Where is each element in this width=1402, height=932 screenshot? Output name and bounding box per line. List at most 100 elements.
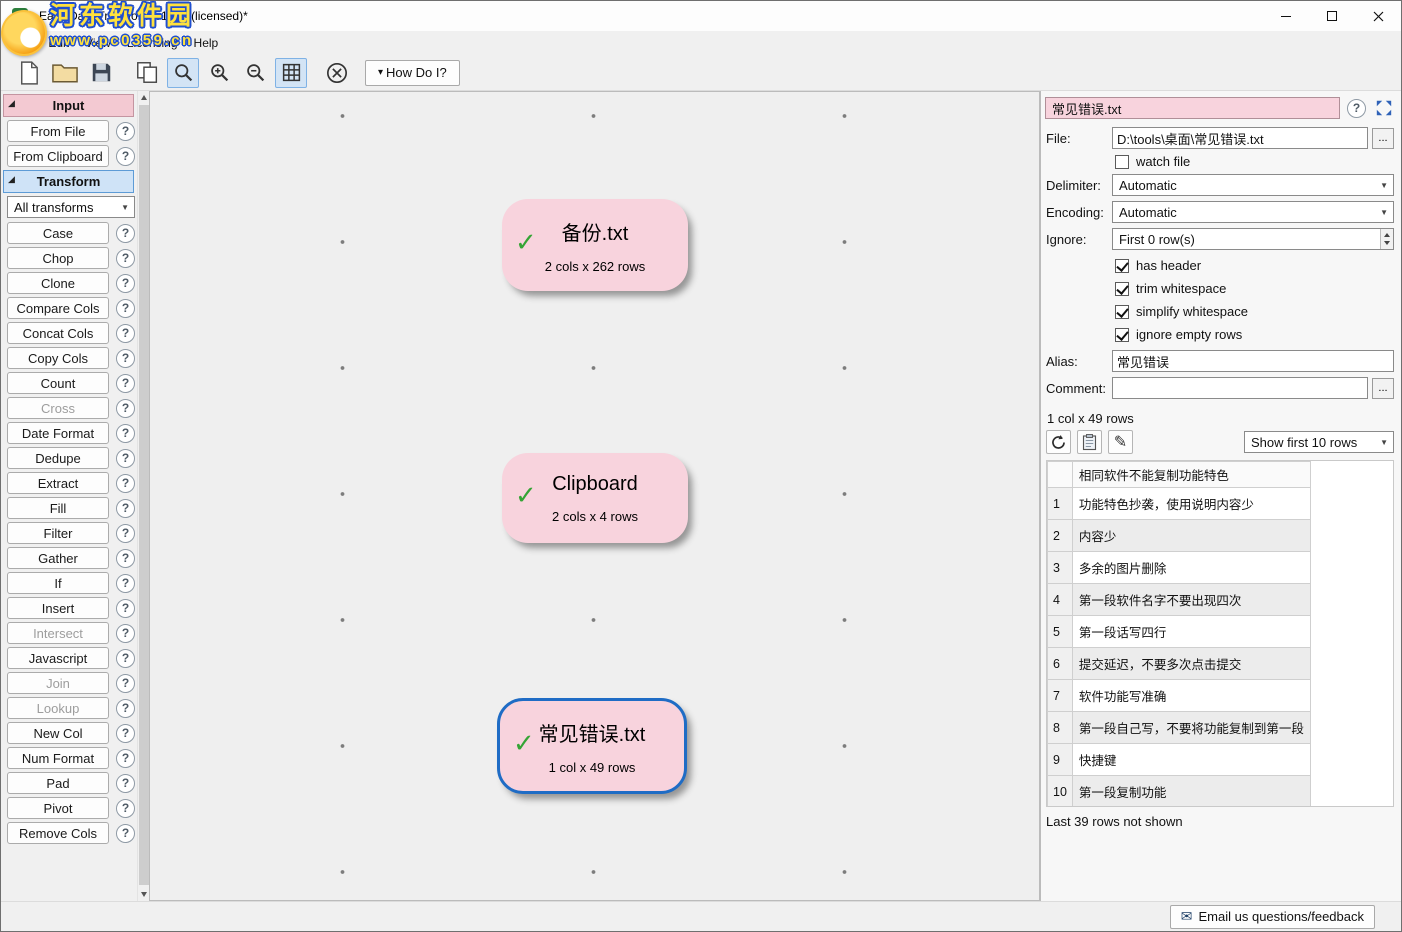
copy-to-clipboard-button[interactable]: [1077, 430, 1102, 454]
simplify-whitespace-checkbox[interactable]: [1115, 305, 1129, 319]
transform-button-cross[interactable]: Cross: [7, 397, 109, 419]
transform-button-date-format[interactable]: Date Format: [7, 422, 109, 444]
transform-button-pivot[interactable]: Pivot: [7, 797, 109, 819]
edit-button[interactable]: ✎: [1108, 430, 1133, 454]
comment-input[interactable]: [1112, 377, 1368, 399]
transform-button-remove-cols[interactable]: Remove Cols: [7, 822, 109, 844]
transform-button-insert[interactable]: Insert: [7, 597, 109, 619]
help-icon[interactable]: ?: [116, 349, 135, 368]
maximize-button[interactable]: [1309, 1, 1355, 31]
help-icon[interactable]: ?: [116, 324, 135, 343]
transform-button-lookup[interactable]: Lookup: [7, 697, 109, 719]
transform-button-intersect[interactable]: Intersect: [7, 622, 109, 644]
transform-button-fill[interactable]: Fill: [7, 497, 109, 519]
help-icon[interactable]: ?: [116, 724, 135, 743]
transform-button-if[interactable]: If: [7, 572, 109, 594]
help-icon[interactable]: ?: [116, 224, 135, 243]
scrollbar-thumb[interactable]: [139, 105, 149, 885]
comment-browse-button[interactable]: ...: [1372, 378, 1394, 399]
help-icon[interactable]: ?: [116, 524, 135, 543]
feedback-button[interactable]: ✉ Email us questions/feedback: [1170, 905, 1375, 929]
transform-button-num-format[interactable]: Num Format: [7, 747, 109, 769]
help-icon[interactable]: ?: [116, 399, 135, 418]
has-header-checkbox[interactable]: [1115, 259, 1129, 273]
transform-button-new-col[interactable]: New Col: [7, 722, 109, 744]
file-input[interactable]: [1112, 127, 1368, 149]
help-icon[interactable]: ?: [116, 824, 135, 843]
save-button[interactable]: [85, 58, 117, 88]
help-icon[interactable]: ?: [116, 499, 135, 518]
canvas-node[interactable]: ✓备份.txt2 cols x 262 rows: [502, 199, 688, 291]
help-icon[interactable]: ?: [116, 599, 135, 618]
scroll-down-icon[interactable]: [138, 888, 149, 901]
transform-button-javascript[interactable]: Javascript: [7, 647, 109, 669]
transform-button-extract[interactable]: Extract: [7, 472, 109, 494]
transform-button-pad[interactable]: Pad: [7, 772, 109, 794]
help-icon[interactable]: ?: [116, 749, 135, 768]
show-rows-select[interactable]: Show first 10 rows ▼: [1244, 431, 1394, 453]
help-icon[interactable]: ?: [116, 449, 135, 468]
sidebar-scrollbar[interactable]: [137, 91, 149, 901]
help-icon[interactable]: ?: [116, 674, 135, 693]
minimize-button[interactable]: [1263, 1, 1309, 31]
transform-button-clone[interactable]: Clone: [7, 272, 109, 294]
help-icon[interactable]: ?: [116, 699, 135, 718]
refresh-button[interactable]: [1046, 430, 1071, 454]
canvas-node[interactable]: ✓常见错误.txt1 col x 49 rows: [497, 698, 687, 794]
help-icon[interactable]: ?: [116, 274, 135, 293]
scroll-up-icon[interactable]: [138, 91, 149, 104]
zoom-button[interactable]: [167, 58, 199, 88]
ignore-empty-rows-checkbox[interactable]: [1115, 328, 1129, 342]
spin-down-icon[interactable]: [1381, 239, 1393, 249]
help-icon[interactable]: ?: [116, 574, 135, 593]
preview-table-viewport[interactable]: 相同软件不能复制功能特色 1功能特色抄袭，使用说明内容少2内容少3多余的图片删除…: [1046, 460, 1394, 807]
new-file-button[interactable]: [13, 58, 45, 88]
canvas[interactable]: ✓备份.txt2 cols x 262 rows ✓Clipboard2 cols…: [149, 91, 1040, 901]
transform-button-case[interactable]: Case: [7, 222, 109, 244]
help-icon[interactable]: ?: [116, 774, 135, 793]
alias-input[interactable]: [1112, 350, 1394, 372]
transform-button-compare-cols[interactable]: Compare Cols: [7, 297, 109, 319]
transform-filter-select[interactable]: All transforms ▼: [7, 196, 135, 218]
help-icon[interactable]: ?: [116, 249, 135, 268]
transform-button-join[interactable]: Join: [7, 672, 109, 694]
help-icon[interactable]: ?: [116, 474, 135, 493]
transform-button-filter[interactable]: Filter: [7, 522, 109, 544]
transform-button-chop[interactable]: Chop: [7, 247, 109, 269]
canvas-node[interactable]: ✓Clipboard2 cols x 4 rows: [502, 453, 688, 543]
copy-button[interactable]: [131, 58, 163, 88]
input-section-header[interactable]: ◢ Input: [3, 94, 134, 117]
help-icon[interactable]: ?: [116, 147, 135, 166]
encoding-select[interactable]: Automatic ▼: [1112, 201, 1394, 223]
transform-button-gather[interactable]: Gather: [7, 547, 109, 569]
transform-button-count[interactable]: Count: [7, 372, 109, 394]
cancel-button[interactable]: [321, 58, 353, 88]
file-browse-button[interactable]: ...: [1372, 128, 1394, 149]
zoom-in-button[interactable]: [203, 58, 235, 88]
transform-button-dedupe[interactable]: Dedupe: [7, 447, 109, 469]
how-do-i-button[interactable]: ▾ How Do I?: [365, 60, 460, 86]
transform-button-concat-cols[interactable]: Concat Cols: [7, 322, 109, 344]
help-icon[interactable]: ?: [1347, 99, 1366, 118]
grid-toggle-button[interactable]: [275, 58, 307, 88]
input-button-from-clipboard[interactable]: From Clipboard: [7, 145, 109, 167]
help-icon[interactable]: ?: [116, 424, 135, 443]
help-icon[interactable]: ?: [116, 374, 135, 393]
delimiter-select[interactable]: Automatic ▼: [1112, 174, 1394, 196]
help-icon[interactable]: ?: [116, 624, 135, 643]
trim-whitespace-checkbox[interactable]: [1115, 282, 1129, 296]
spin-up-icon[interactable]: [1381, 229, 1393, 239]
help-icon[interactable]: ?: [116, 299, 135, 318]
close-button[interactable]: [1355, 1, 1401, 31]
zoom-out-button[interactable]: [239, 58, 271, 88]
help-icon[interactable]: ?: [116, 549, 135, 568]
open-file-button[interactable]: [49, 58, 81, 88]
input-button-from-file[interactable]: From File: [7, 120, 109, 142]
help-icon[interactable]: ?: [116, 799, 135, 818]
help-icon[interactable]: ?: [116, 122, 135, 141]
watch-file-checkbox[interactable]: [1115, 155, 1129, 169]
expand-icon[interactable]: [1373, 97, 1395, 119]
transform-section-header[interactable]: ◢ Transform: [3, 170, 134, 193]
ignore-rows-spinner[interactable]: First 0 row(s): [1112, 228, 1394, 250]
transform-button-copy-cols[interactable]: Copy Cols: [7, 347, 109, 369]
